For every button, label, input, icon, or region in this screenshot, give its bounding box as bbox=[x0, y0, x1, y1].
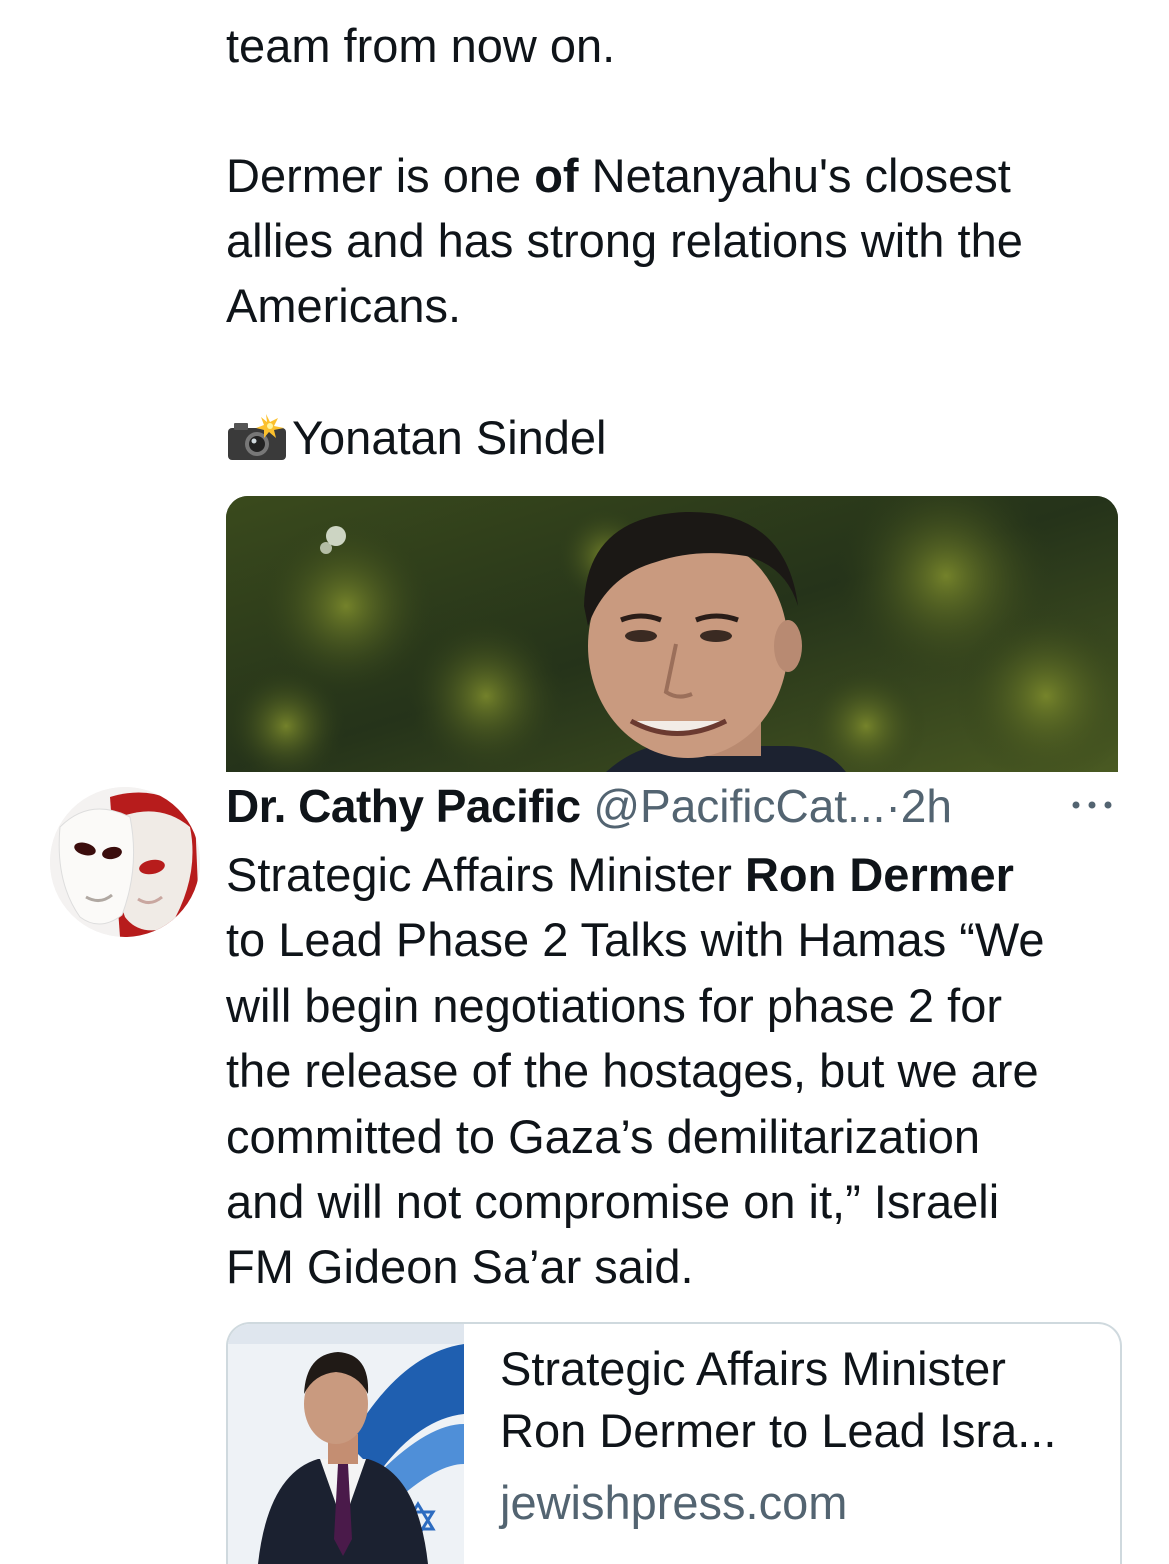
tweet-text-line: FM Gideon Sa’ar said. bbox=[226, 1240, 694, 1294]
tweet-text-line: will begin negotiations for phase 2 for bbox=[226, 978, 1002, 1032]
separator-dot: · bbox=[885, 780, 901, 832]
post-image-graphic bbox=[226, 496, 1118, 772]
photo-credit-name: Yonatan Sindel bbox=[292, 411, 607, 464]
link-preview-title-line: Strategic Affairs Minister bbox=[500, 1342, 1006, 1395]
link-preview-domain: jewishpress.com bbox=[500, 1476, 848, 1529]
tweet-text-bold: Ron Dermer bbox=[744, 848, 1014, 901]
display-name[interactable]: Dr. Cathy Pacific bbox=[226, 780, 581, 832]
link-preview-thumbnail bbox=[228, 1324, 464, 1564]
post-text-line: Americans. bbox=[226, 279, 462, 332]
post-text-line: team from now on. bbox=[226, 19, 616, 72]
user-handle[interactable]: @PacificCat... bbox=[593, 780, 885, 832]
tweet-text: Strategic Affairs Minister Ron Dermer to… bbox=[226, 842, 1126, 1300]
post-text-segment: Dermer is one bbox=[226, 149, 535, 202]
post-text-bold: of bbox=[534, 149, 579, 202]
tweet-text-segment: Strategic Affairs Minister bbox=[226, 848, 745, 901]
tweet-text-line: committed to Gaza’s demilitarization bbox=[226, 1109, 981, 1163]
tweet-text-line: to Lead Phase 2 Talks with Hamas “We bbox=[226, 913, 1045, 967]
tweet-text-line: Strategic Affairs Minister Ron Dermer bbox=[226, 842, 1126, 907]
post-text-segment: Netanyahu's closest bbox=[578, 149, 1011, 202]
link-preview-title-line: Ron Dermer to Lead Isra... bbox=[500, 1404, 1057, 1457]
more-dots-icon[interactable] bbox=[1068, 790, 1116, 820]
post-text-line: allies and has strong relations with the bbox=[226, 214, 1023, 267]
post-text-line: Dermer is one of Netanyahu's closest bbox=[226, 144, 1011, 208]
camera-flash-icon bbox=[226, 412, 288, 462]
tweet-text-line: and will not compromise on it,” Israeli bbox=[226, 1175, 1000, 1229]
theater-masks-icon bbox=[50, 787, 200, 937]
link-preview-card[interactable]: Strategic Affairs Minister Ron Dermer to… bbox=[226, 1322, 1122, 1564]
tweet-header: Dr. Cathy Pacific @PacificCat...·2h bbox=[226, 774, 952, 838]
photo-credit: Yonatan Sindel bbox=[226, 406, 607, 470]
tweet-text-line: the release of the hostages, but we are bbox=[226, 1044, 1039, 1098]
avatar[interactable] bbox=[50, 787, 200, 937]
link-preview-title[interactable]: Strategic Affairs Minister Ron Dermer to… bbox=[500, 1338, 1056, 1462]
post-image[interactable] bbox=[226, 496, 1118, 772]
timestamp[interactable]: 2h bbox=[901, 780, 952, 832]
